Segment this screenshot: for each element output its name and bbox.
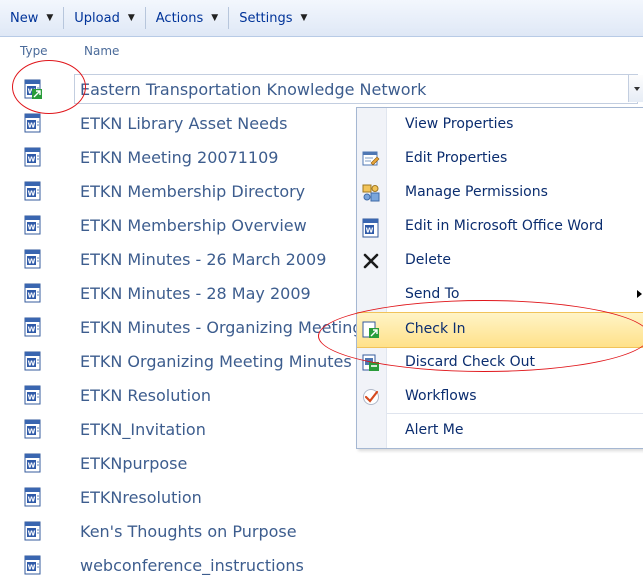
document-name-link[interactable]: ETKN Minutes - 26 March 2009 bbox=[80, 250, 326, 269]
workflows-icon bbox=[362, 388, 380, 406]
document-name-link[interactable]: webconference_instructions bbox=[80, 556, 304, 575]
menu-item-label: View Properties bbox=[405, 116, 514, 132]
word-doc-icon: W bbox=[362, 218, 380, 238]
item-menu-dropdown-button[interactable] bbox=[628, 75, 643, 102]
submenu-arrow-icon bbox=[637, 290, 642, 298]
document-row[interactable]: W Ken's Thoughts on Purpose bbox=[0, 514, 643, 548]
word-doc-icon[interactable]: W bbox=[24, 351, 42, 371]
svg-text:W: W bbox=[28, 530, 36, 538]
document-name-link[interactable]: ETKNresolution bbox=[80, 488, 202, 507]
svg-text:W: W bbox=[28, 122, 36, 130]
manage-permissions-icon bbox=[362, 184, 380, 202]
actions-menu-button[interactable]: Actions ▼ bbox=[146, 0, 228, 36]
menu-item-label: Edit Properties bbox=[405, 150, 508, 166]
svg-text:W: W bbox=[28, 292, 36, 300]
upload-menu-label: Upload bbox=[74, 10, 120, 26]
word-doc-icon[interactable]: W bbox=[24, 215, 42, 235]
delete-x-icon bbox=[362, 252, 380, 270]
document-name-link[interactable]: ETKN Membership Directory bbox=[80, 182, 305, 201]
menu-item-label: Workflows bbox=[405, 388, 477, 404]
svg-text:W: W bbox=[28, 394, 36, 402]
annotation-ellipse-document-icon bbox=[12, 60, 86, 114]
dropdown-arrow-icon: ▼ bbox=[211, 13, 219, 23]
word-doc-icon[interactable]: W bbox=[24, 385, 42, 405]
svg-text:W: W bbox=[28, 224, 36, 232]
menu-item-label: Send To bbox=[405, 286, 460, 302]
word-doc-icon[interactable]: W bbox=[24, 555, 42, 575]
word-doc-icon[interactable]: W bbox=[24, 521, 42, 541]
svg-text:W: W bbox=[28, 326, 36, 334]
document-row[interactable]: W ETKNpurpose bbox=[0, 446, 643, 480]
menu-item-label: Edit in Microsoft Office Word bbox=[405, 218, 604, 234]
document-name-link[interactable]: Ken's Thoughts on Purpose bbox=[80, 522, 297, 541]
dropdown-arrow-icon bbox=[634, 87, 640, 91]
item-context-menu: View Properties Edit Properties Manage Per… bbox=[356, 107, 643, 449]
upload-menu-button[interactable]: Upload ▼ bbox=[64, 0, 144, 36]
settings-menu-button[interactable]: Settings ▼ bbox=[229, 0, 317, 36]
menu-item-alert-me[interactable]: Alert Me bbox=[357, 414, 643, 448]
word-doc-icon[interactable]: W bbox=[24, 317, 42, 337]
word-doc-icon[interactable]: W bbox=[24, 283, 42, 303]
menu-item-manage-permissions[interactable]: Manage Permissions bbox=[357, 176, 643, 210]
menu-item-delete[interactable]: Delete bbox=[357, 244, 643, 278]
document-row[interactable]: W Eastern Transportation Knowledge Netwo… bbox=[0, 72, 643, 106]
list-toolbar: New ▼ Upload ▼ Actions ▼ Settings ▼ bbox=[0, 0, 643, 37]
document-name-link[interactable]: ETKN Resolution bbox=[80, 386, 211, 405]
svg-text:W: W bbox=[28, 428, 36, 436]
svg-text:W: W bbox=[28, 156, 36, 164]
word-doc-icon[interactable]: W bbox=[24, 181, 42, 201]
document-row[interactable]: W ETKNresolution bbox=[0, 480, 643, 514]
menu-item-workflows[interactable]: Workflows bbox=[357, 380, 643, 414]
document-name-link[interactable]: Eastern Transportation Knowledge Network bbox=[80, 80, 426, 99]
document-name-link[interactable]: ETKN Library Asset Needs bbox=[80, 114, 287, 133]
menu-item-label: Delete bbox=[405, 252, 451, 268]
menu-item-edit-in-microsoft-office-word[interactable]: W Edit in Microsoft Office Word bbox=[357, 210, 643, 244]
svg-text:W: W bbox=[28, 496, 36, 504]
svg-text:W: W bbox=[28, 462, 36, 470]
document-name-link[interactable]: ETKNpurpose bbox=[80, 454, 187, 473]
new-menu-label: New bbox=[10, 10, 39, 26]
menu-item-label: Manage Permissions bbox=[405, 184, 548, 200]
word-doc-icon[interactable]: W bbox=[24, 113, 42, 133]
name-column-header[interactable]: Name bbox=[84, 44, 119, 58]
annotation-ellipse-check-in bbox=[318, 300, 643, 372]
type-column-header[interactable]: Type bbox=[20, 44, 48, 58]
dropdown-arrow-icon: ▼ bbox=[46, 13, 54, 23]
dropdown-arrow-icon: ▼ bbox=[300, 13, 308, 23]
menu-separator bbox=[387, 413, 643, 414]
settings-menu-label: Settings bbox=[239, 10, 293, 26]
document-name-link[interactable]: ETKN Organizing Meeting Minutes bbox=[80, 352, 352, 371]
actions-menu-label: Actions bbox=[155, 10, 204, 26]
menu-item-label: Alert Me bbox=[405, 422, 464, 438]
word-doc-icon[interactable]: W bbox=[24, 249, 42, 269]
svg-text:W: W bbox=[366, 227, 374, 235]
edit-properties-icon bbox=[362, 150, 380, 168]
word-doc-icon[interactable]: W bbox=[24, 453, 42, 473]
svg-text:W: W bbox=[28, 258, 36, 266]
svg-text:W: W bbox=[28, 564, 36, 572]
document-row[interactable]: W webconference_instructions bbox=[0, 548, 643, 582]
word-doc-icon[interactable]: W bbox=[24, 487, 42, 507]
menu-item-view-properties[interactable]: View Properties bbox=[357, 108, 643, 142]
dropdown-arrow-icon: ▼ bbox=[127, 13, 135, 23]
word-doc-icon[interactable]: W bbox=[24, 419, 42, 439]
document-name-link[interactable]: ETKN Minutes - 28 May 2009 bbox=[80, 284, 311, 303]
document-name-link[interactable]: ETKN Membership Overview bbox=[80, 216, 307, 235]
new-menu-button[interactable]: New ▼ bbox=[0, 0, 63, 36]
svg-text:W: W bbox=[28, 360, 36, 368]
word-doc-icon[interactable]: W bbox=[24, 147, 42, 167]
document-name-link[interactable]: ETKN Meeting 20071109 bbox=[80, 148, 278, 167]
svg-text:W: W bbox=[28, 190, 36, 198]
document-name-link[interactable]: ETKN_Invitation bbox=[80, 420, 206, 439]
menu-item-edit-properties[interactable]: Edit Properties bbox=[357, 142, 643, 176]
